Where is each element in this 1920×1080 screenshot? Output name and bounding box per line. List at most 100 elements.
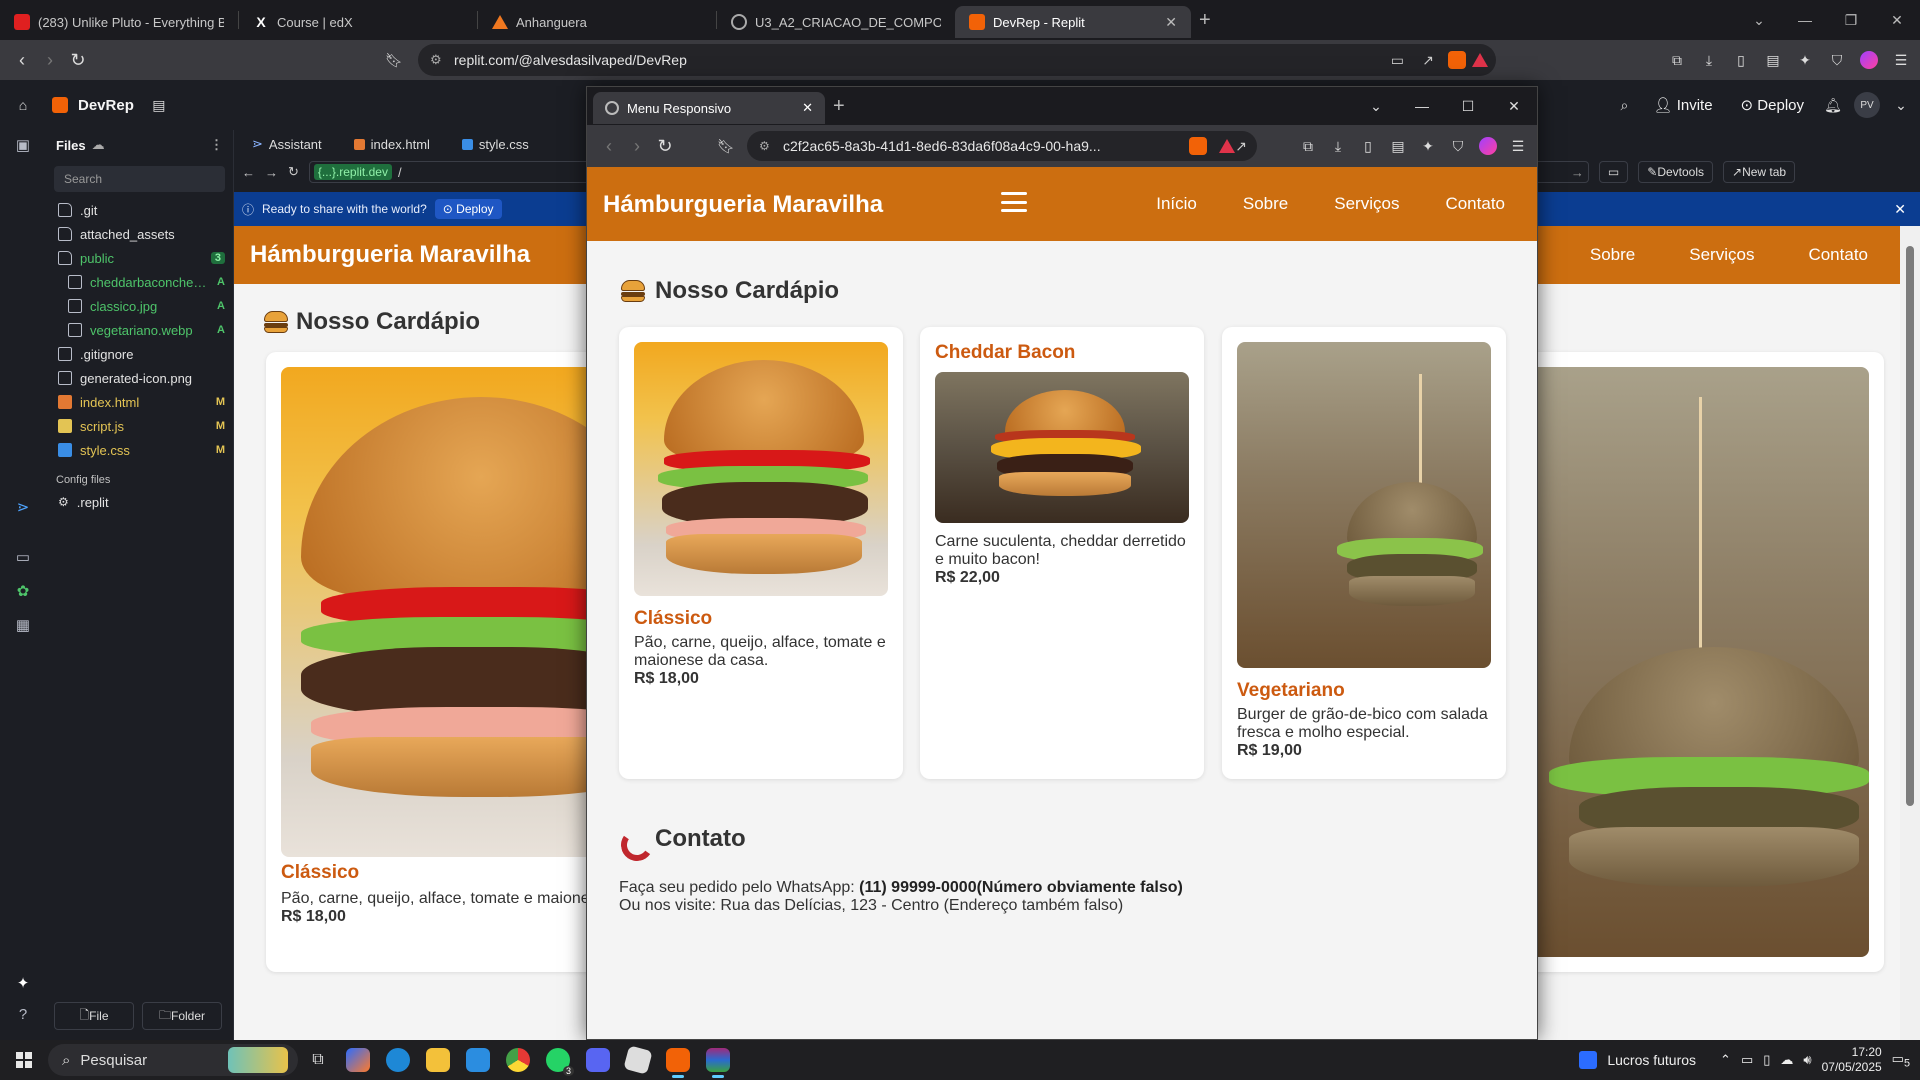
- task-view-icon[interactable]: ⧉: [298, 1040, 338, 1080]
- wallet-icon[interactable]: ▤: [1764, 51, 1782, 69]
- profile-icon[interactable]: [1860, 51, 1878, 69]
- nav-inicio[interactable]: Início: [1156, 194, 1197, 214]
- site-brand[interactable]: Hámburgueria Maravilha: [603, 191, 883, 219]
- meet-icon[interactable]: ▭: [1741, 1052, 1753, 1068]
- file-row[interactable]: script.js M: [46, 414, 233, 438]
- new-folder-button[interactable]: 🗀︎ Folder: [142, 1002, 222, 1030]
- brave-shields-icon[interactable]: [1448, 51, 1466, 69]
- popup-tab[interactable]: Menu Responsivo ✕: [593, 92, 825, 124]
- maximize-button[interactable]: ☐: [1445, 98, 1491, 115]
- download-icon[interactable]: ⤓: [1700, 51, 1718, 69]
- avatar[interactable]: PV: [1854, 92, 1880, 118]
- new-file-button[interactable]: 🗋︎ File: [54, 1002, 134, 1030]
- brave-icon[interactable]: [658, 1040, 698, 1080]
- search-icon[interactable]: ⌕: [1615, 96, 1633, 114]
- new-tab-webview-button[interactable]: ↗ New tab: [1723, 161, 1796, 183]
- browser-tab-anhanguera[interactable]: Anhanguera: [478, 6, 716, 38]
- scrollbar-thumb[interactable]: [1906, 246, 1914, 806]
- whatsapp-icon[interactable]: 3: [538, 1040, 578, 1080]
- close-tab-icon[interactable]: ✕: [1165, 14, 1177, 31]
- bg-site-brand[interactable]: Hámburgueria Maravilha: [250, 241, 530, 269]
- project-settings-icon[interactable]: ▤: [150, 96, 168, 114]
- file-row[interactable]: index.html M: [46, 390, 233, 414]
- file-row[interactable]: .git: [46, 198, 233, 222]
- weather-widget-icon[interactable]: [1579, 1051, 1598, 1069]
- address-bar[interactable]: ⚙ replit.com/@alvesdasilvaped/DevRep ▭ ↗: [418, 44, 1496, 76]
- extensions-icon[interactable]: ⧉: [1668, 51, 1686, 69]
- copilot-icon[interactable]: [338, 1040, 378, 1080]
- file-row[interactable]: ⚙ .replit: [46, 490, 233, 514]
- bookmark-icon[interactable]: 🔖︎: [385, 51, 403, 69]
- bg-nav-servicos[interactable]: Serviços: [1689, 245, 1754, 265]
- leo-ai-icon[interactable]: ✦: [1419, 137, 1437, 155]
- file-row[interactable]: vegetariano.webp A: [46, 318, 233, 342]
- devtools-button[interactable]: ✎ Devtools: [1638, 161, 1713, 183]
- close-window-button[interactable]: ✕: [1874, 12, 1920, 29]
- notifications-icon[interactable]: ▭5: [1892, 1051, 1910, 1070]
- git-icon[interactable]: ⋗: [14, 498, 32, 516]
- back-icon[interactable]: ‹: [8, 50, 36, 71]
- invite-button[interactable]: 👤︎ Invite: [1645, 92, 1720, 118]
- minimize-button[interactable]: —: [1782, 12, 1828, 28]
- tab-assistant[interactable]: ⋗ Assistant: [238, 130, 336, 158]
- store-icon[interactable]: [458, 1040, 498, 1080]
- menu-icon[interactable]: ☰: [1892, 51, 1910, 69]
- file-row[interactable]: style.css M: [46, 438, 233, 462]
- brave-rewards-icon[interactable]: [1472, 53, 1488, 67]
- cloud-icon[interactable]: ☁: [1780, 1052, 1793, 1068]
- home-icon[interactable]: ⌂: [14, 96, 32, 114]
- close-tab-icon[interactable]: ✕: [802, 100, 813, 116]
- clock[interactable]: 17:20 07/05/2025: [1822, 1045, 1882, 1075]
- screen-icon[interactable]: ▭: [1598, 161, 1629, 183]
- console-icon[interactable]: ▭: [14, 548, 32, 566]
- profile-icon[interactable]: [1479, 137, 1497, 155]
- file-row[interactable]: attached_assets: [46, 222, 233, 246]
- more-options-icon[interactable]: ⋮: [210, 137, 223, 153]
- file-row[interactable]: classico.jpg A: [46, 294, 233, 318]
- roblox-icon[interactable]: [618, 1040, 658, 1080]
- close-window-button[interactable]: ✕: [1491, 98, 1537, 115]
- bookmark-icon[interactable]: 🔖︎: [717, 137, 735, 155]
- forward-icon[interactable]: ›: [36, 50, 64, 71]
- bg-nav-contato[interactable]: Contato: [1808, 245, 1868, 265]
- browser-tab-replit[interactable]: DevRep - Replit ✕: [955, 6, 1191, 38]
- nav-servicos[interactable]: Serviços: [1334, 194, 1399, 214]
- discord-icon[interactable]: [578, 1040, 618, 1080]
- file-row[interactable]: .gitignore: [46, 342, 233, 366]
- reload-icon[interactable]: ↻: [64, 50, 92, 71]
- browser-tab-u3a2[interactable]: U3_A2_CRIACAO_DE_COMPONENTES: [717, 6, 955, 38]
- new-tab-button[interactable]: +: [1199, 9, 1211, 32]
- chrome-icon[interactable]: [498, 1040, 538, 1080]
- sidebar-icon[interactable]: ▯: [1732, 51, 1750, 69]
- vpn-icon[interactable]: ⛉: [1449, 137, 1467, 155]
- wallet-icon[interactable]: ▤: [1389, 137, 1407, 155]
- menu-icon[interactable]: ☰: [1509, 137, 1527, 155]
- browser-tab-youtube[interactable]: (283) Unlike Pluto - Everything Black: [0, 6, 238, 38]
- sparkle-icon[interactable]: ✦: [14, 974, 32, 992]
- restore-button[interactable]: ❐: [1828, 12, 1874, 29]
- chevron-down-icon[interactable]: ⌄: [1892, 96, 1910, 114]
- popup-new-tab-button[interactable]: +: [833, 95, 845, 118]
- winrar-icon[interactable]: [698, 1040, 738, 1080]
- brave-shields-icon[interactable]: [1189, 137, 1207, 155]
- brave-rewards-icon[interactable]: [1219, 139, 1235, 153]
- battery-icon[interactable]: ▯: [1763, 1052, 1770, 1068]
- edge-icon[interactable]: [378, 1040, 418, 1080]
- sidebar-icon[interactable]: ▯: [1359, 137, 1377, 155]
- deploy-button[interactable]: ⊙ Deploy: [1733, 92, 1812, 118]
- site-settings-icon[interactable]: ⚙: [430, 52, 442, 68]
- vpn-icon[interactable]: ⛉: [1828, 51, 1846, 69]
- download-icon[interactable]: ⤓: [1329, 137, 1347, 155]
- database-icon[interactable]: ✿: [14, 582, 32, 600]
- tab-style-css[interactable]: style.css: [448, 130, 543, 158]
- files-search-input[interactable]: Search: [54, 166, 225, 192]
- volume-icon[interactable]: 🔊︎: [1803, 1052, 1811, 1068]
- tab-search-icon[interactable]: ⌄: [1353, 98, 1399, 115]
- webview-forward-icon[interactable]: →: [265, 165, 278, 180]
- file-row[interactable]: generated-icon.png: [46, 366, 233, 390]
- reload-icon[interactable]: ↻: [651, 136, 679, 157]
- extensions-icon[interactable]: ⧉: [1299, 137, 1317, 155]
- cast-icon[interactable]: ▭: [1391, 52, 1404, 69]
- weather-widget-label[interactable]: Lucros futuros: [1607, 1052, 1696, 1068]
- tab-search-icon[interactable]: ⌄: [1736, 12, 1782, 29]
